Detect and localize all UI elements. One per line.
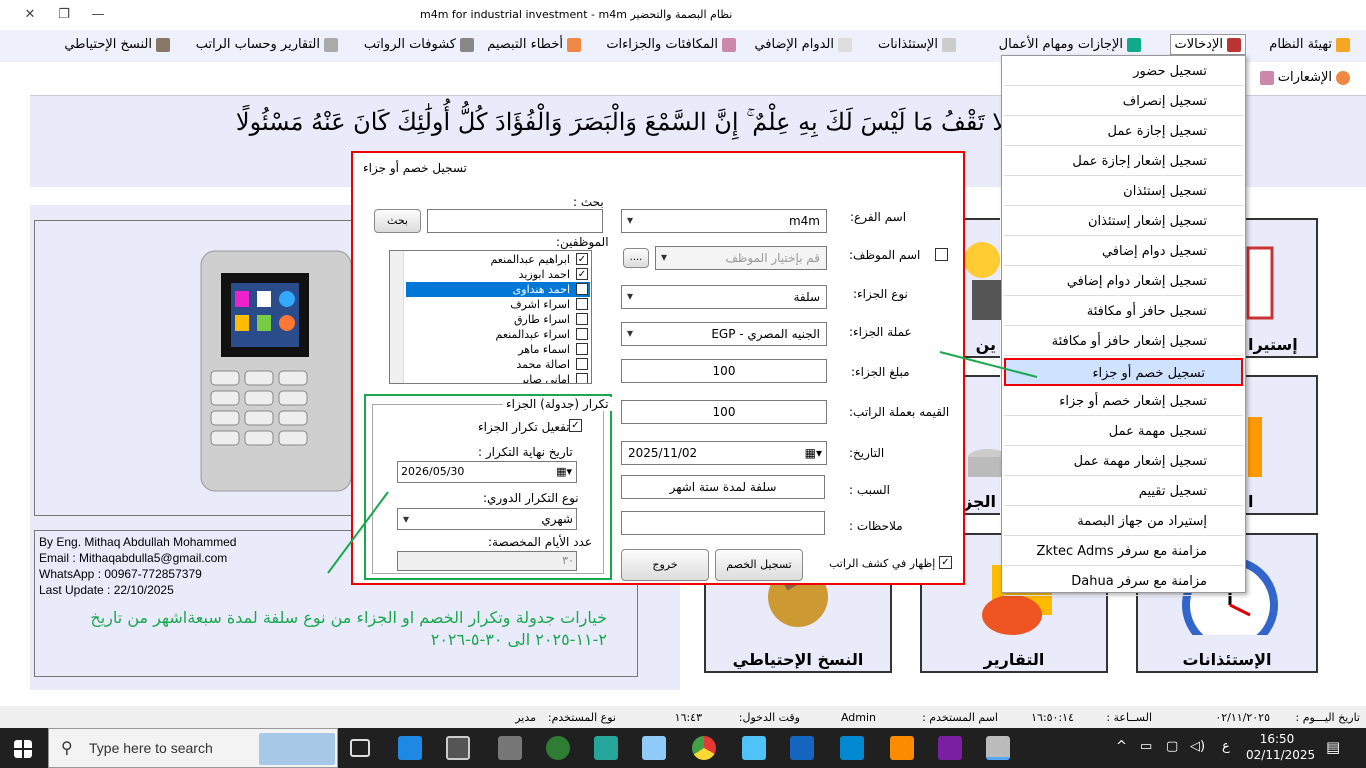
notification-icon[interactable]: ▤ xyxy=(1326,738,1340,756)
annotation-lines xyxy=(327,351,1038,574)
clock[interactable]: 16:50 02/11/2025 xyxy=(1246,731,1315,763)
user-type-label: نوع المستخدم: xyxy=(547,711,616,724)
jetbrains-icon[interactable] xyxy=(594,736,618,760)
stack-icon[interactable] xyxy=(498,736,522,760)
user-type-value: مدير xyxy=(515,711,536,724)
volume-icon[interactable]: ◁) xyxy=(1190,739,1205,754)
task-view-icon[interactable] xyxy=(350,739,370,757)
taskbar-search[interactable]: ⚲ Type here to search xyxy=(48,728,338,768)
login-label: وقت الدخول: xyxy=(738,711,800,724)
search-highlight-image xyxy=(259,733,335,765)
java-icon[interactable] xyxy=(546,736,570,760)
chrome-icon[interactable] xyxy=(692,736,716,760)
app-icon[interactable] xyxy=(642,736,666,760)
time-value: ١٦:٥٠:١٤ xyxy=(1031,711,1074,724)
visual-studio-icon[interactable] xyxy=(938,736,962,760)
language-indicator[interactable]: ع xyxy=(1222,739,1230,754)
date-label: تاريخ اليـــوم : xyxy=(1295,711,1360,724)
search-icon: ⚲ xyxy=(61,738,73,757)
time-label: الســاعة : xyxy=(1106,711,1152,724)
vscode-icon[interactable] xyxy=(398,736,422,760)
chevron-up-icon[interactable]: ^ xyxy=(1116,739,1127,754)
outlook-icon[interactable] xyxy=(840,736,864,760)
user-value: Admin xyxy=(840,711,876,724)
sublime-icon[interactable] xyxy=(890,736,914,760)
photos-icon[interactable] xyxy=(742,736,766,760)
word-icon[interactable] xyxy=(790,736,814,760)
window-icon[interactable] xyxy=(446,736,470,760)
fingerprint-app-icon[interactable] xyxy=(986,736,1010,760)
login-value: ١٦:٤٣ xyxy=(674,711,702,724)
date-value: ٠٢/١١/٢٠٢٥ xyxy=(1215,711,1270,724)
windows-start-icon[interactable] xyxy=(14,740,32,758)
status-bar: تاريخ اليـــوم : ٠٢/١١/٢٠٢٥ الســاعة : ١… xyxy=(0,706,1366,728)
taskbar: ⚲ Type here to search ^ ▭ ▢ ◁) ع 16:50 0… xyxy=(0,728,1366,768)
network-icon[interactable]: ▭ xyxy=(1140,739,1152,754)
user-label: اسم المستخدم : xyxy=(922,711,998,724)
display-icon[interactable]: ▢ xyxy=(1166,739,1178,754)
